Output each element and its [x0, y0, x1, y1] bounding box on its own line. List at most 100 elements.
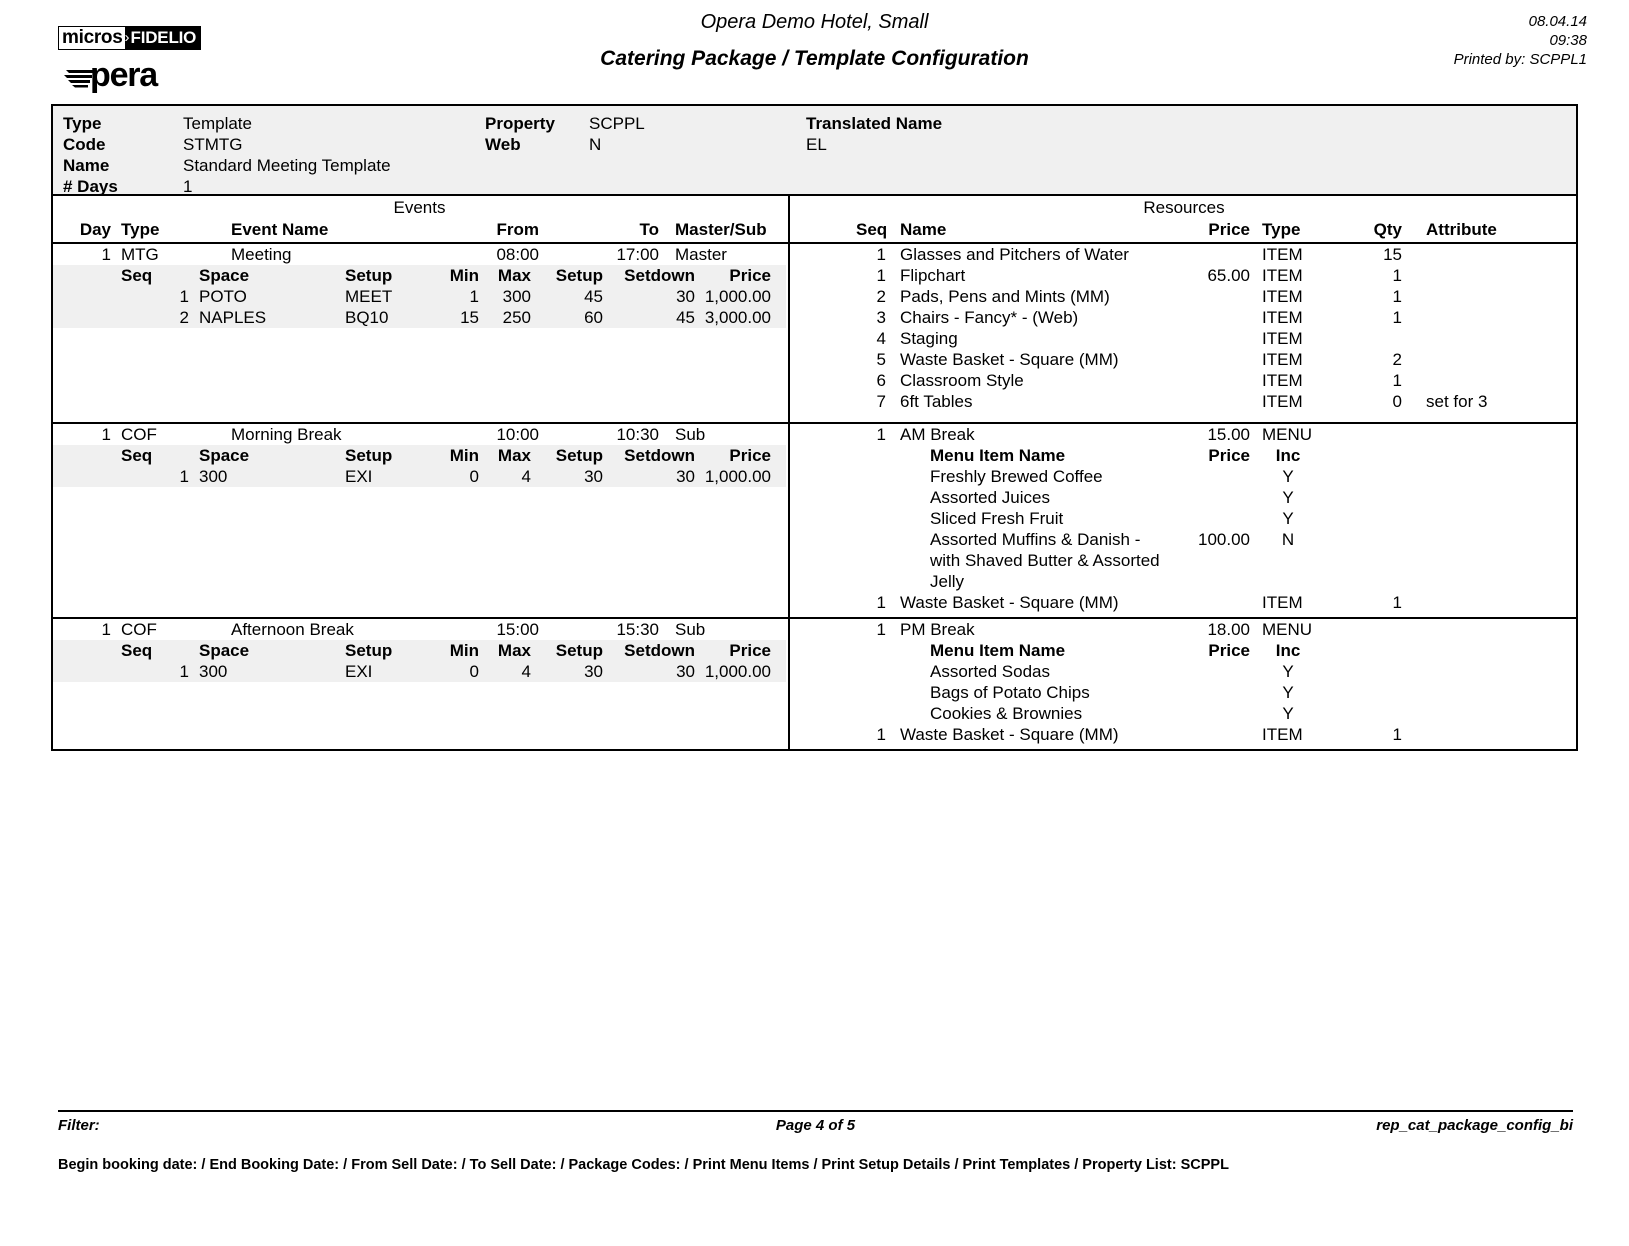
space-setdown: 45: [676, 308, 695, 327]
col-header-setup-time: Setup: [555, 266, 603, 285]
space-max: 4: [521, 662, 531, 681]
resource-type: ITEM: [1262, 266, 1303, 285]
resource-type: ITEM: [1262, 350, 1303, 369]
space-setup-time: 60: [584, 308, 603, 327]
col-header-menu-item-name: Menu Item Name: [930, 641, 1066, 660]
event-day: 1: [101, 620, 111, 639]
col-header-space: Space: [199, 266, 250, 285]
resource-qty: 2: [1392, 350, 1402, 369]
resources-column: 1 PM Break 18.00 MENU Menu Item Name Price Inc…: [788, 619, 1578, 749]
type-label: Type: [63, 114, 102, 133]
resource-row: 1 Flipchart 65.00 ITEM 1: [790, 265, 1578, 286]
days-value: 1: [183, 177, 193, 196]
event-group: 1 COF Morning Break 10:00 10:30 Sub Seq Space Se…: [53, 424, 1576, 619]
report-groups: 1 MTG Meeting 08:00 17:00 Master Seq Space Setup…: [53, 244, 1576, 749]
print-time: 09:38: [1549, 32, 1587, 49]
resource-name: Waste Basket - Square (MM): [900, 350, 1119, 369]
menu-item-inc: Y: [1282, 467, 1294, 486]
summary-row-name: Name Standard Meeting Template: [63, 155, 391, 176]
summary-row-property: Property SCPPL: [485, 113, 645, 134]
space-max: 4: [521, 467, 531, 486]
hotel-name: Opera Demo Hotel, Small: [700, 11, 929, 33]
menu-item-row: Bags of Potato Chips Y: [790, 682, 1578, 703]
col-header-setdown: Setdown: [624, 266, 695, 285]
menu-column-headers: Menu Item Name Price Inc: [790, 445, 1578, 466]
col-header-menu-item-name: Menu Item Name: [930, 446, 1066, 465]
menu-item-row: Assorted Muffins & Danish - 100.00 N: [790, 529, 1578, 550]
menu-item-name: Cookies & Brownies: [930, 704, 1083, 723]
space-column-headers: Seq Space Setup Min Max Setup Setdown Price: [53, 640, 786, 661]
resource-qty: 0: [1392, 392, 1402, 411]
event-row: 1 COF Afternoon Break 15:00 15:30 Sub: [53, 619, 786, 640]
col-header-setup-time: Setup: [555, 641, 603, 660]
menu-item-inc: Y: [1282, 488, 1294, 507]
resource-name: Waste Basket - Square (MM): [900, 593, 1119, 612]
menu-item-inc: Y: [1282, 662, 1294, 681]
menu-column-headers: Menu Item Name Price Inc: [790, 640, 1578, 661]
space-name: 300: [199, 467, 228, 486]
resource-type: MENU: [1262, 620, 1313, 639]
resources-column-headers: Seq Name Price Type Qty Attribute: [790, 219, 1578, 242]
resource-row: 1 Waste Basket - Square (MM) ITEM 1: [790, 592, 1578, 613]
col-header-menu-price: Price: [1208, 641, 1250, 660]
resource-type: MENU: [1262, 425, 1313, 444]
event-type: MTG: [121, 245, 159, 264]
resource-name: Pads, Pens and Mints (MM): [900, 287, 1110, 306]
event-from: 08:00: [496, 245, 539, 264]
menu-item-name: with Shaved Butter & Assorted: [930, 551, 1160, 570]
summary-row-translated-name-label: Translated Name: [806, 113, 942, 134]
resource-seq: 7: [876, 392, 886, 411]
space-setup-time: 30: [584, 662, 603, 681]
resource-seq: 1: [876, 593, 886, 612]
col-header-min: Min: [449, 641, 479, 660]
event-row: 1 MTG Meeting 08:00 17:00 Master: [53, 244, 786, 265]
section-headers: Events Day Type Event Name From To Maste…: [53, 196, 1576, 244]
resource-seq: 1: [876, 266, 886, 285]
page-title: Catering Package / Template Configuratio…: [600, 47, 1029, 70]
event-group: 1 COF Afternoon Break 15:00 15:30 Sub Seq Space…: [53, 619, 1576, 749]
col-header-setup-time: Setup: [555, 446, 603, 465]
group-columns: 1 COF Afternoon Break 15:00 15:30 Sub Seq Space…: [53, 619, 1576, 749]
space-setdown: 30: [676, 287, 695, 306]
web-value: N: [589, 135, 602, 154]
resource-name: Glasses and Pitchers of Water: [900, 245, 1129, 264]
space-setup-time: 30: [584, 467, 603, 486]
event-to: 10:30: [616, 425, 659, 444]
summary-column-left: Type Template Code STMTG Name Standard Meet…: [63, 113, 391, 197]
event-row: 1 COF Morning Break 10:00 10:30 Sub: [53, 424, 786, 445]
menu-item-price: 100.00: [1198, 530, 1250, 549]
resource-row: 1 PM Break 18.00 MENU: [790, 619, 1578, 640]
space-row: 1 POTO MEET 1 300 45 30 1,000.00: [53, 286, 786, 307]
space-setdown: 30: [676, 662, 695, 681]
col-header-space: Space: [199, 446, 250, 465]
col-header-setdown: Setdown: [624, 446, 695, 465]
col-header-setup: Setup: [345, 446, 393, 465]
resource-type: ITEM: [1262, 245, 1303, 264]
space-setdown: 30: [676, 467, 695, 486]
name-value: Standard Meeting Template: [183, 156, 391, 175]
menu-item-row: Sliced Fresh Fruit Y: [790, 508, 1578, 529]
summary-row-translated-name-value: EL: [806, 134, 942, 155]
report-page: micros ›FIDELIO pera Opera Demo Hotel, Sm…: [0, 0, 1629, 1246]
resource-qty: 15: [1383, 245, 1402, 264]
event-name: Morning Break: [231, 425, 342, 444]
resource-type: ITEM: [1262, 725, 1303, 744]
events-column: 1 COF Afternoon Break 15:00 15:30 Sub Seq Space…: [53, 619, 786, 749]
resource-type: ITEM: [1262, 371, 1303, 390]
summary-row-web: Web N: [485, 134, 645, 155]
space-setup: BQ10: [345, 308, 389, 327]
menu-item-name: Bags of Potato Chips: [930, 683, 1090, 702]
group-columns: 1 COF Morning Break 10:00 10:30 Sub Seq Space Se…: [53, 424, 1576, 617]
col-header-res-attribute: Attribute: [1426, 220, 1497, 239]
col-header-res-seq: Seq: [856, 220, 888, 239]
property-label: Property: [485, 114, 555, 133]
resource-row: 4 Staging ITEM: [790, 328, 1578, 349]
resource-row: 5 Waste Basket - Square (MM) ITEM 2: [790, 349, 1578, 370]
resource-row: 3 Chairs - Fancy* - (Web) ITEM 1: [790, 307, 1578, 328]
col-header-space: Space: [199, 641, 250, 660]
space-row: 1 300 EXI 0 4 30 30 1,000.00: [53, 661, 786, 682]
space-price: 1,000.00: [704, 287, 771, 306]
menu-item-row: Cookies & Brownies Y: [790, 703, 1578, 724]
translated-name-label: Translated Name: [806, 114, 943, 133]
summary-row-days: # Days 1: [63, 176, 391, 197]
